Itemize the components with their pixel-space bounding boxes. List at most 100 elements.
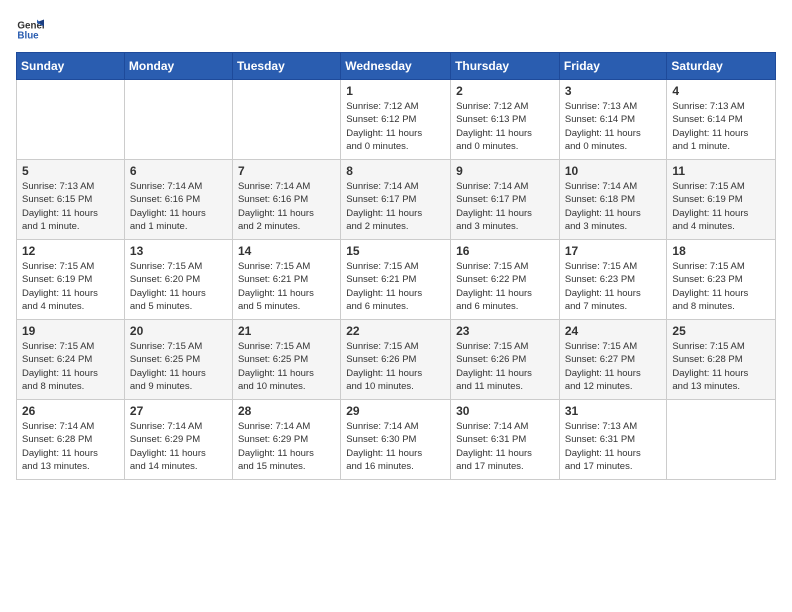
week-row-1: 1 Sunrise: 7:12 AM Sunset: 6:12 PM Daylig… — [17, 80, 776, 160]
day-info: Sunrise: 7:15 AM Sunset: 6:19 PM Dayligh… — [672, 180, 770, 233]
day-cell: 30 Sunrise: 7:14 AM Sunset: 6:31 PM Dayli… — [451, 400, 560, 480]
day-number: 28 — [238, 404, 335, 418]
day-number: 29 — [346, 404, 445, 418]
day-cell: 14 Sunrise: 7:15 AM Sunset: 6:21 PM Dayli… — [232, 240, 340, 320]
day-cell: 18Sunrise: 7:15 AM Sunset: 6:23 PM Dayli… — [667, 240, 776, 320]
day-number: 2 — [456, 84, 554, 98]
day-number: 1 — [346, 84, 445, 98]
day-cell: 28 Sunrise: 7:14 AM Sunset: 6:29 PM Dayli… — [232, 400, 340, 480]
week-row-3: 12 Sunrise: 7:15 AM Sunset: 6:19 PM Dayli… — [17, 240, 776, 320]
day-info: Sunrise: 7:15 AM Sunset: 6:21 PM Dayligh… — [238, 260, 335, 313]
day-number: 7 — [238, 164, 335, 178]
col-saturday: Saturday — [667, 53, 776, 80]
day-info: Sunrise: 7:13 AM Sunset: 6:14 PM Dayligh… — [565, 100, 662, 153]
col-monday: Monday — [124, 53, 232, 80]
logo: General Blue — [16, 16, 48, 44]
day-cell: 11 Sunrise: 7:15 AM Sunset: 6:19 PM Dayli… — [667, 160, 776, 240]
day-number: 8 — [346, 164, 445, 178]
day-cell: 20 Sunrise: 7:15 AM Sunset: 6:25 PM Dayli… — [124, 320, 232, 400]
day-number: 24 — [565, 324, 662, 338]
day-number: 22 — [346, 324, 445, 338]
day-info: Sunrise: 7:15 AM Sunset: 6:26 PM Dayligh… — [346, 340, 445, 393]
day-number: 19 — [22, 324, 119, 338]
col-sunday: Sunday — [17, 53, 125, 80]
day-number: 15 — [346, 244, 445, 258]
day-info: Sunrise: 7:14 AM Sunset: 6:17 PM Dayligh… — [346, 180, 445, 233]
day-cell: 2 Sunrise: 7:12 AM Sunset: 6:13 PM Daylig… — [451, 80, 560, 160]
svg-text:Blue: Blue — [17, 30, 39, 41]
day-cell — [232, 80, 340, 160]
day-cell: 24 Sunrise: 7:15 AM Sunset: 6:27 PM Dayli… — [559, 320, 667, 400]
day-info: Sunrise: 7:14 AM Sunset: 6:29 PM Dayligh… — [238, 420, 335, 473]
day-number: 5 — [22, 164, 119, 178]
day-number: 23 — [456, 324, 554, 338]
day-cell — [17, 80, 125, 160]
day-info: Sunrise: 7:14 AM Sunset: 6:31 PM Dayligh… — [456, 420, 554, 473]
day-number: 31 — [565, 404, 662, 418]
day-cell: 1 Sunrise: 7:12 AM Sunset: 6:12 PM Daylig… — [341, 80, 451, 160]
day-number: 14 — [238, 244, 335, 258]
day-number: 3 — [565, 84, 662, 98]
day-cell: 21 Sunrise: 7:15 AM Sunset: 6:25 PM Dayli… — [232, 320, 340, 400]
day-info: Sunrise: 7:15 AM Sunset: 6:25 PM Dayligh… — [130, 340, 227, 393]
day-info: Sunrise: 7:15 AM Sunset: 6:24 PM Dayligh… — [22, 340, 119, 393]
day-cell: 22 Sunrise: 7:15 AM Sunset: 6:26 PM Dayli… — [341, 320, 451, 400]
day-cell: 4 Sunrise: 7:13 AM Sunset: 6:14 PM Daylig… — [667, 80, 776, 160]
day-cell: 26Sunrise: 7:14 AM Sunset: 6:28 PM Dayli… — [17, 400, 125, 480]
day-cell: 12 Sunrise: 7:15 AM Sunset: 6:19 PM Dayli… — [17, 240, 125, 320]
week-row-5: 26Sunrise: 7:14 AM Sunset: 6:28 PM Dayli… — [17, 400, 776, 480]
day-number: 21 — [238, 324, 335, 338]
day-cell: 6 Sunrise: 7:14 AM Sunset: 6:16 PM Daylig… — [124, 160, 232, 240]
day-cell: 7 Sunrise: 7:14 AM Sunset: 6:16 PM Daylig… — [232, 160, 340, 240]
day-cell: 5 Sunrise: 7:13 AM Sunset: 6:15 PM Daylig… — [17, 160, 125, 240]
day-info: Sunrise: 7:15 AM Sunset: 6:25 PM Dayligh… — [238, 340, 335, 393]
col-wednesday: Wednesday — [341, 53, 451, 80]
day-info: Sunrise: 7:14 AM Sunset: 6:17 PM Dayligh… — [456, 180, 554, 233]
col-tuesday: Tuesday — [232, 53, 340, 80]
day-info: Sunrise: 7:14 AM Sunset: 6:28 PM Dayligh… — [22, 420, 119, 473]
day-info: Sunrise: 7:15 AM Sunset: 6:26 PM Dayligh… — [456, 340, 554, 393]
day-info: Sunrise: 7:15 AM Sunset: 6:19 PM Dayligh… — [22, 260, 119, 313]
day-number: 16 — [456, 244, 554, 258]
day-number: 25 — [672, 324, 770, 338]
day-cell: 27 Sunrise: 7:14 AM Sunset: 6:29 PM Dayli… — [124, 400, 232, 480]
day-cell — [667, 400, 776, 480]
day-number: 30 — [456, 404, 554, 418]
day-cell: 25Sunrise: 7:15 AM Sunset: 6:28 PM Dayli… — [667, 320, 776, 400]
day-info: Sunrise: 7:15 AM Sunset: 6:20 PM Dayligh… — [130, 260, 227, 313]
day-cell — [124, 80, 232, 160]
day-info: Sunrise: 7:12 AM Sunset: 6:12 PM Dayligh… — [346, 100, 445, 153]
day-info: Sunrise: 7:15 AM Sunset: 6:27 PM Dayligh… — [565, 340, 662, 393]
day-info: Sunrise: 7:13 AM Sunset: 6:15 PM Dayligh… — [22, 180, 119, 233]
header-row: Sunday Monday Tuesday Wednesday Thursday… — [17, 53, 776, 80]
day-number: 6 — [130, 164, 227, 178]
day-info: Sunrise: 7:13 AM Sunset: 6:14 PM Dayligh… — [672, 100, 770, 153]
day-info: Sunrise: 7:15 AM Sunset: 6:23 PM Dayligh… — [565, 260, 662, 313]
page-header: General Blue — [16, 16, 776, 44]
day-number: 12 — [22, 244, 119, 258]
week-row-2: 5 Sunrise: 7:13 AM Sunset: 6:15 PM Daylig… — [17, 160, 776, 240]
day-cell: 31 Sunrise: 7:13 AM Sunset: 6:31 PM Dayli… — [559, 400, 667, 480]
day-info: Sunrise: 7:14 AM Sunset: 6:16 PM Dayligh… — [238, 180, 335, 233]
col-thursday: Thursday — [451, 53, 560, 80]
day-number: 11 — [672, 164, 770, 178]
day-number: 10 — [565, 164, 662, 178]
day-number: 4 — [672, 84, 770, 98]
day-cell: 29Sunrise: 7:14 AM Sunset: 6:30 PM Dayli… — [341, 400, 451, 480]
day-info: Sunrise: 7:14 AM Sunset: 6:16 PM Dayligh… — [130, 180, 227, 233]
day-cell: 23 Sunrise: 7:15 AM Sunset: 6:26 PM Dayli… — [451, 320, 560, 400]
day-cell: 15 Sunrise: 7:15 AM Sunset: 6:21 PM Dayli… — [341, 240, 451, 320]
day-cell: 3 Sunrise: 7:13 AM Sunset: 6:14 PM Daylig… — [559, 80, 667, 160]
day-info: Sunrise: 7:13 AM Sunset: 6:31 PM Dayligh… — [565, 420, 662, 473]
week-row-4: 19 Sunrise: 7:15 AM Sunset: 6:24 PM Dayli… — [17, 320, 776, 400]
day-info: Sunrise: 7:14 AM Sunset: 6:29 PM Dayligh… — [130, 420, 227, 473]
day-cell: 10Sunrise: 7:14 AM Sunset: 6:18 PM Dayli… — [559, 160, 667, 240]
day-info: Sunrise: 7:15 AM Sunset: 6:21 PM Dayligh… — [346, 260, 445, 313]
day-info: Sunrise: 7:15 AM Sunset: 6:23 PM Dayligh… — [672, 260, 770, 313]
day-cell: 9Sunrise: 7:14 AM Sunset: 6:17 PM Daylig… — [451, 160, 560, 240]
day-number: 27 — [130, 404, 227, 418]
day-number: 20 — [130, 324, 227, 338]
day-cell: 17Sunrise: 7:15 AM Sunset: 6:23 PM Dayli… — [559, 240, 667, 320]
logo-icon: General Blue — [16, 16, 44, 44]
day-info: Sunrise: 7:12 AM Sunset: 6:13 PM Dayligh… — [456, 100, 554, 153]
